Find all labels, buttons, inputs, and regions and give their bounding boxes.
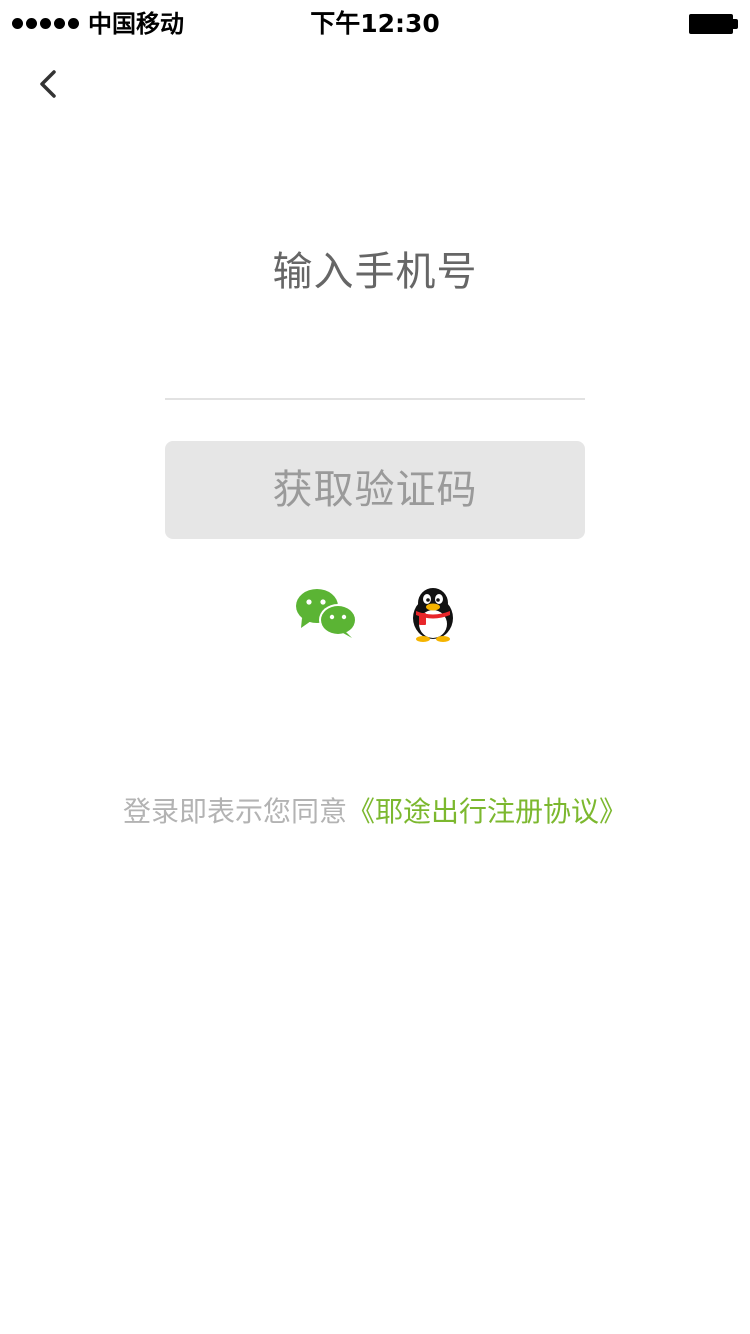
page-title: 输入手机号 (272, 249, 478, 295)
qq-penguin-icon (413, 588, 453, 642)
qq-login-button[interactable] (405, 585, 461, 643)
wechat-icon (296, 589, 357, 638)
status-time: 下午12:30 (310, 9, 440, 38)
battery-icon (689, 14, 733, 34)
back-button[interactable] (28, 62, 72, 106)
battery-tip (733, 19, 738, 29)
chevron-left-icon (40, 70, 56, 98)
agreement-link[interactable]: 《耶途出行注册协议》 (347, 795, 627, 828)
status-bar: 中国移动 下午12:30 (0, 0, 750, 50)
wechat-login-button[interactable] (292, 585, 360, 643)
get-verification-code-button[interactable]: 获取验证码 (165, 441, 585, 539)
agreement-prefix: 登录即表示您同意 (122, 795, 347, 828)
agreement-notice: 登录即表示您同意《耶途出行注册协议》 (0, 792, 750, 832)
phone-number-input[interactable] (165, 340, 585, 400)
